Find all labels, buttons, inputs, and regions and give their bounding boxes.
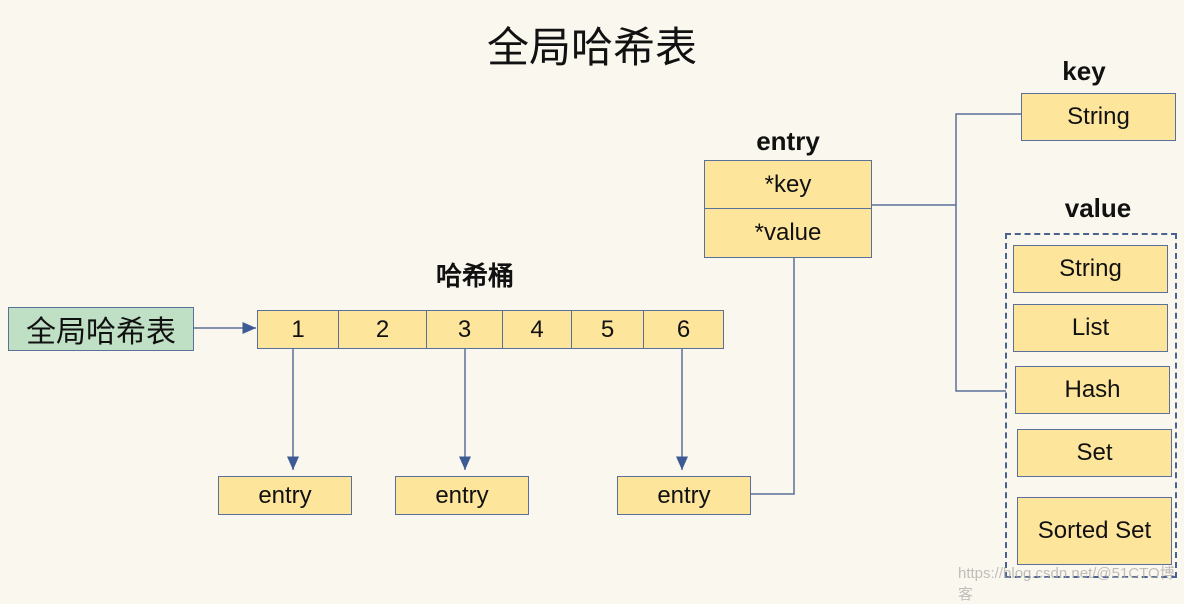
key-type-string: String [1021, 93, 1176, 141]
bucket-slot: 1 [257, 310, 339, 349]
bucket-slot: 5 [571, 310, 644, 349]
watermark: https://blog.csdn.net/@51CTO博客 [958, 565, 1175, 603]
key-heading: key [1062, 56, 1106, 86]
entry-value-field: *value [704, 208, 872, 258]
bucket-slot: 6 [643, 310, 724, 349]
entry-heading: entry [756, 126, 820, 156]
entry-key-field: *key [704, 160, 872, 209]
hash-bucket-heading: 哈希桶 [435, 261, 514, 291]
value-heading: value [1064, 193, 1132, 223]
line-entry-to-detail [751, 258, 795, 495]
entry-box: entry [395, 476, 529, 515]
value-type-list: List [1013, 304, 1168, 352]
value-type-set: Set [1017, 429, 1172, 477]
entry-box: entry [218, 476, 352, 515]
global-hash-table-box: 全局哈希表 [8, 307, 194, 351]
entry-box: entry [617, 476, 751, 515]
value-type-sorted-set: Sorted Set [1017, 497, 1172, 565]
page-title: 全局哈希表 [486, 24, 697, 71]
bucket-slot: 2 [338, 310, 427, 349]
bucket-slot: 4 [502, 310, 572, 349]
bucket-slot: 3 [426, 310, 503, 349]
value-type-string: String [1013, 245, 1168, 293]
value-type-hash: Hash [1015, 366, 1170, 414]
